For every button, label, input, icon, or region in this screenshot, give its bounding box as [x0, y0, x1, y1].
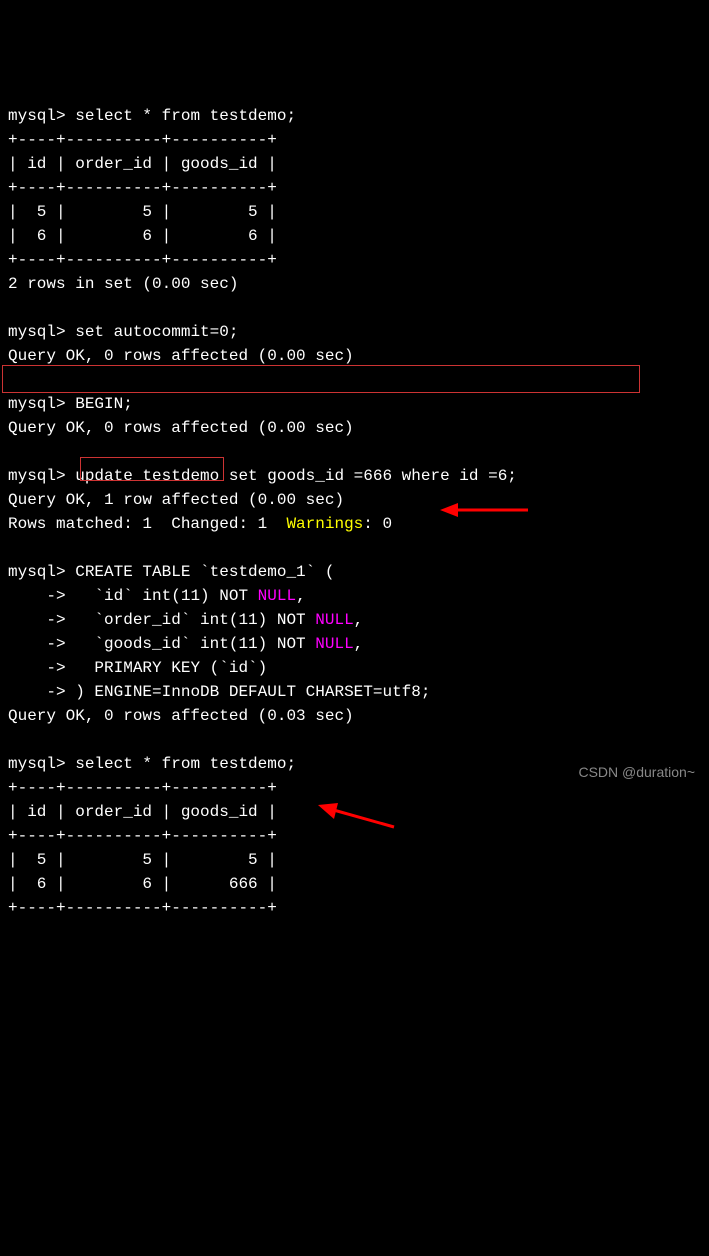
result-text: Query OK, 0 rows affected (0.03 sec) — [8, 707, 354, 725]
sql-query: select * from testdemo; — [75, 755, 296, 773]
sql-create-keyword: CREATE TABLE — [75, 563, 190, 581]
prompt: mysql> — [8, 467, 66, 485]
prompt: mysql> — [8, 107, 66, 125]
table-header: | id | order_id | goods_id | — [8, 155, 277, 173]
result-text: : 0 — [363, 515, 392, 533]
sql-query: update testdemo set goods_id =666 where … — [75, 467, 517, 485]
table-row: | 5 | 5 | 5 | — [8, 203, 277, 221]
sql-text: ) ENGINE=InnoDB DEFAULT CHARSET=utf8; — [75, 683, 430, 701]
cont-prompt: -> — [8, 587, 66, 605]
result-text: Rows matched: 1 Changed: 1 — [8, 515, 286, 533]
prompt: mysql> — [8, 395, 66, 413]
cont-prompt: -> — [8, 683, 66, 701]
table-border: +----+----------+----------+ — [8, 779, 277, 797]
warnings-keyword: Warnings — [286, 515, 363, 533]
sql-query: BEGIN; — [75, 395, 133, 413]
null-keyword: NULL — [315, 635, 353, 653]
null-keyword: NULL — [315, 611, 353, 629]
table-border: +----+----------+----------+ — [8, 251, 277, 269]
result-text: 2 rows in set (0.00 sec) — [8, 275, 238, 293]
sql-query: select * from testdemo; — [75, 107, 296, 125]
prompt: mysql> — [8, 755, 66, 773]
cont-prompt: -> — [8, 659, 66, 677]
table-row: | 6 | 6 | 6 | — [8, 227, 277, 245]
sql-text: `testdemo_1` ( — [190, 563, 334, 581]
sql-text: , — [296, 587, 306, 605]
sql-text: , — [354, 611, 364, 629]
result-text: Query OK, 0 rows affected (0.00 sec) — [8, 419, 354, 437]
sql-text: `id` int(11) NOT — [75, 587, 257, 605]
table-border: +----+----------+----------+ — [8, 179, 277, 197]
table-header: | id | order_id | goods_id | — [8, 803, 277, 821]
result-text: Query OK, 1 row affected (0.00 sec) — [8, 491, 344, 509]
watermark-text: CSDN @duration~ — [578, 762, 695, 783]
sql-text: `order_id` int(11) NOT — [75, 611, 315, 629]
sql-text: `goods_id` int(11) NOT — [75, 635, 315, 653]
sql-text: PRIMARY KEY (`id`) — [75, 659, 267, 677]
table-border: +----+----------+----------+ — [8, 899, 277, 917]
sql-query: set autocommit=0; — [75, 323, 238, 341]
null-keyword: NULL — [258, 587, 296, 605]
table-row: | 6 | 6 | 666 | — [8, 875, 277, 893]
table-row: | 5 | 5 | 5 | — [8, 851, 277, 869]
sql-text: , — [354, 635, 364, 653]
cont-prompt: -> — [8, 635, 66, 653]
table-border: +----+----------+----------+ — [8, 131, 277, 149]
table-border: +----+----------+----------+ — [8, 827, 277, 845]
prompt: mysql> — [8, 323, 66, 341]
cont-prompt: -> — [8, 611, 66, 629]
result-text: Query OK, 0 rows affected (0.00 sec) — [8, 347, 354, 365]
terminal-output: mysql> select * from testdemo; +----+---… — [8, 104, 701, 920]
prompt: mysql> — [8, 563, 66, 581]
